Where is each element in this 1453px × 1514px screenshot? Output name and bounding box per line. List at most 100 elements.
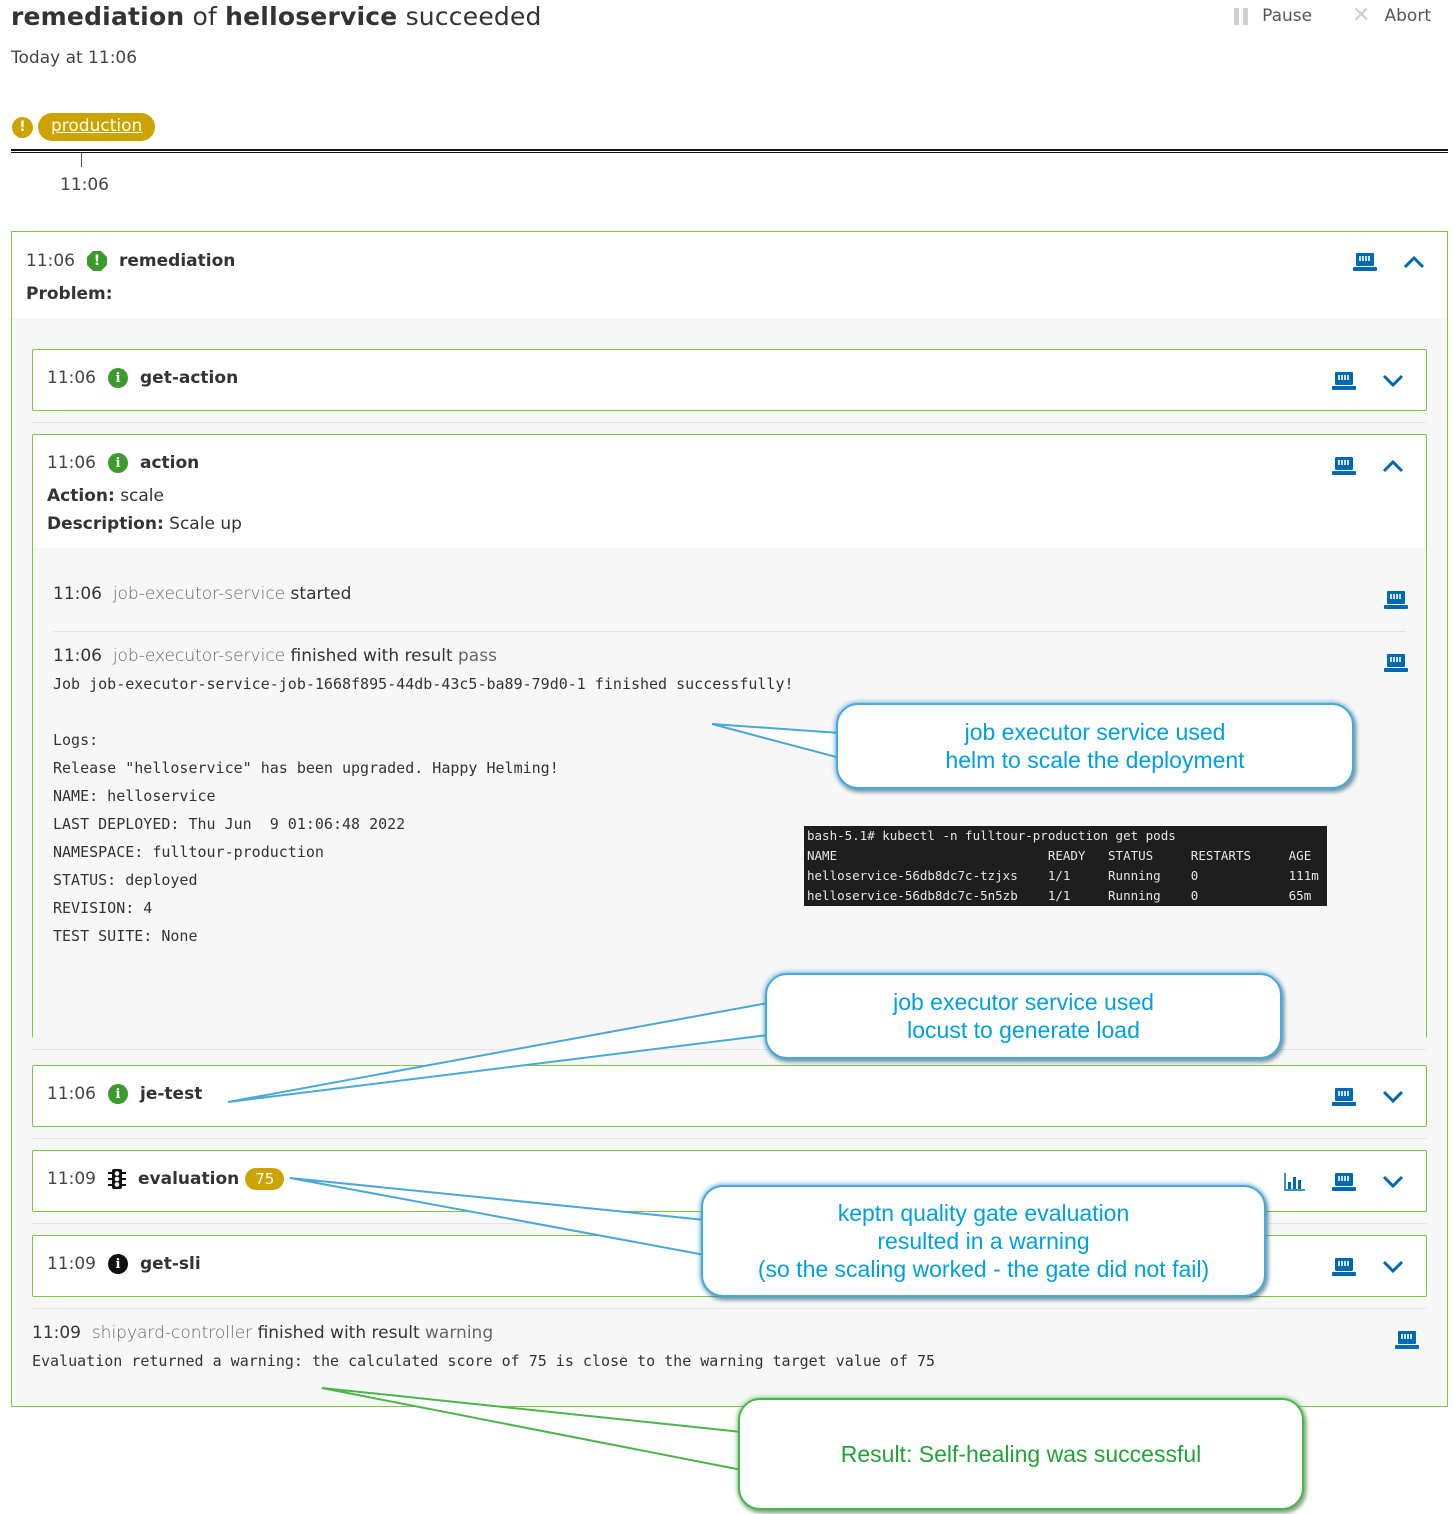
- info-icon: i: [108, 368, 128, 388]
- sequence-name: remediation: [11, 2, 185, 31]
- task-card-je-test[interactable]: 11:06 i je-test: [32, 1065, 1427, 1127]
- view-event-payload-icon[interactable]: [1332, 1258, 1356, 1276]
- event-log-finished: 11:06 job-executor-service finished with…: [53, 646, 497, 666]
- terminal-row: helloservice-56db8dc7c-5n5zb 1/1 Running…: [807, 888, 1312, 903]
- service-name: job-executor-service: [112, 646, 286, 666]
- task-card-get-action[interactable]: 11:06 i get-action: [32, 349, 1427, 411]
- sequence-card-header: 11:06 ! remediation Problem:: [12, 232, 1447, 318]
- page-title: remediation of helloservice succeeded: [11, 2, 542, 31]
- pause-label: Pause: [1262, 6, 1313, 26]
- event-name: get-action: [140, 368, 239, 388]
- action-field: Action: scale: [47, 486, 164, 506]
- event-time: 11:06: [47, 453, 96, 473]
- event-time: 11:06: [47, 1084, 96, 1104]
- service-name: helloservice: [225, 2, 398, 31]
- abort-button[interactable]: ✕ Abort: [1352, 5, 1431, 27]
- timeline-tick: [81, 153, 82, 167]
- event-time: 11:09: [47, 1254, 96, 1274]
- event-time: 11:09: [47, 1169, 96, 1189]
- event-name: je-test: [140, 1084, 203, 1104]
- title-of: of: [192, 2, 217, 31]
- exclamation-icon: !: [87, 251, 107, 271]
- event-text: finished with result: [290, 646, 453, 666]
- callout-text: job executor service used: [893, 989, 1154, 1015]
- event-log-started: 11:06 job-executor-service started: [53, 584, 351, 604]
- callout-result: Result: Self-healing was successful: [738, 1398, 1304, 1510]
- chevron-down-icon[interactable]: [1382, 374, 1404, 388]
- event-name: action: [140, 453, 200, 473]
- terminal-header: NAME READY STATUS RESTARTS AGE: [807, 848, 1312, 863]
- callout-text: locust to generate load: [907, 1017, 1140, 1043]
- view-event-payload-icon[interactable]: [1332, 372, 1356, 390]
- event-text: finished with result: [257, 1323, 420, 1343]
- info-icon: i: [108, 453, 128, 473]
- problem-field: Problem:: [26, 284, 113, 304]
- task-events-panel: 11:06 job-executor-service started 11:06…: [33, 548, 1426, 1038]
- event-name: evaluation: [138, 1169, 240, 1189]
- event-text: started: [290, 584, 352, 604]
- callout-helm: job executor service used helm to scale …: [836, 703, 1354, 789]
- view-event-payload-icon[interactable]: [1384, 591, 1408, 609]
- terminal-row: helloservice-56db8dc7c-tzjxs 1/1 Running…: [807, 868, 1319, 883]
- callout-text: Result: Self-healing was successful: [840, 1441, 1202, 1467]
- sequence-date: Today at 11:06: [11, 48, 138, 68]
- action-value: scale: [120, 486, 164, 506]
- service-name: shipyard-controller: [91, 1323, 253, 1343]
- terminal-screenshot: bash-5.1# kubectl -n fulltour-production…: [804, 826, 1327, 906]
- callout-text: job executor service used: [964, 719, 1226, 745]
- evaluation-score-badge: 75: [245, 1168, 285, 1190]
- event-time: 11:06: [53, 584, 102, 604]
- event-time: 11:06: [47, 368, 96, 388]
- pause-icon: [1234, 7, 1249, 25]
- pause-button[interactable]: Pause: [1234, 5, 1312, 27]
- stage-production-link[interactable]: production: [38, 113, 156, 141]
- close-icon: ✕: [1352, 3, 1371, 28]
- event-result: warning: [425, 1323, 494, 1343]
- divider: [32, 1308, 1427, 1309]
- bar-chart-icon[interactable]: [1284, 1173, 1306, 1191]
- callout-locust: job executor service used locust to gene…: [765, 973, 1282, 1059]
- traffic-light-icon: [108, 1169, 126, 1189]
- final-event-message: Evaluation returned a warning: the calcu…: [32, 1352, 936, 1370]
- event-time: 11:09: [32, 1323, 81, 1343]
- description-label: Description:: [47, 514, 164, 534]
- sequence-actions: Pause ✕ Abort: [1234, 5, 1431, 27]
- view-event-payload-icon[interactable]: [1332, 457, 1356, 475]
- chevron-down-icon[interactable]: [1382, 1090, 1404, 1104]
- divider: [32, 1138, 1427, 1139]
- view-event-payload-icon[interactable]: [1395, 1331, 1419, 1349]
- event-result: pass: [458, 646, 497, 666]
- timeline-line: [11, 149, 1448, 153]
- event-time: 11:06: [26, 251, 75, 271]
- view-event-payload-icon[interactable]: [1332, 1088, 1356, 1106]
- action-label: Action:: [47, 486, 115, 506]
- divider: [32, 422, 1427, 423]
- chevron-down-icon[interactable]: [1382, 1175, 1404, 1189]
- info-icon: i: [108, 1084, 128, 1104]
- exclamation-icon: !: [12, 116, 33, 138]
- service-name: job-executor-service: [112, 584, 286, 604]
- chevron-down-icon[interactable]: [1382, 1260, 1404, 1274]
- event-name: remediation: [119, 251, 236, 271]
- callout-text: (so the scaling worked - the gate did no…: [757, 1256, 1210, 1282]
- view-event-payload-icon[interactable]: [1332, 1173, 1356, 1191]
- terminal-command: bash-5.1# kubectl -n fulltour-production…: [807, 828, 1176, 843]
- sequence-status: succeeded: [405, 2, 542, 31]
- callout-text: resulted in a warning: [877, 1228, 1090, 1254]
- description-field: Description: Scale up: [47, 514, 242, 534]
- chevron-up-icon[interactable]: [1403, 255, 1425, 269]
- chevron-up-icon[interactable]: [1382, 459, 1404, 473]
- callout-evaluation: keptn quality gate evaluation resulted i…: [701, 1185, 1266, 1297]
- event-name: get-sli: [140, 1254, 201, 1274]
- event-message: Job job-executor-service-job-1668f895-44…: [53, 675, 794, 945]
- view-event-payload-icon[interactable]: [1353, 253, 1377, 271]
- final-event-log: 11:09 shipyard-controller finished with …: [32, 1323, 493, 1343]
- timeline-time: 11:06: [60, 175, 109, 195]
- description-value: Scale up: [169, 514, 242, 534]
- view-event-payload-icon[interactable]: [1384, 654, 1408, 672]
- problem-label: Problem:: [26, 284, 113, 304]
- callout-text: helm to scale the deployment: [945, 747, 1245, 773]
- abort-label: Abort: [1384, 6, 1431, 26]
- event-time: 11:06: [53, 646, 102, 666]
- callout-text: keptn quality gate evaluation: [837, 1200, 1130, 1226]
